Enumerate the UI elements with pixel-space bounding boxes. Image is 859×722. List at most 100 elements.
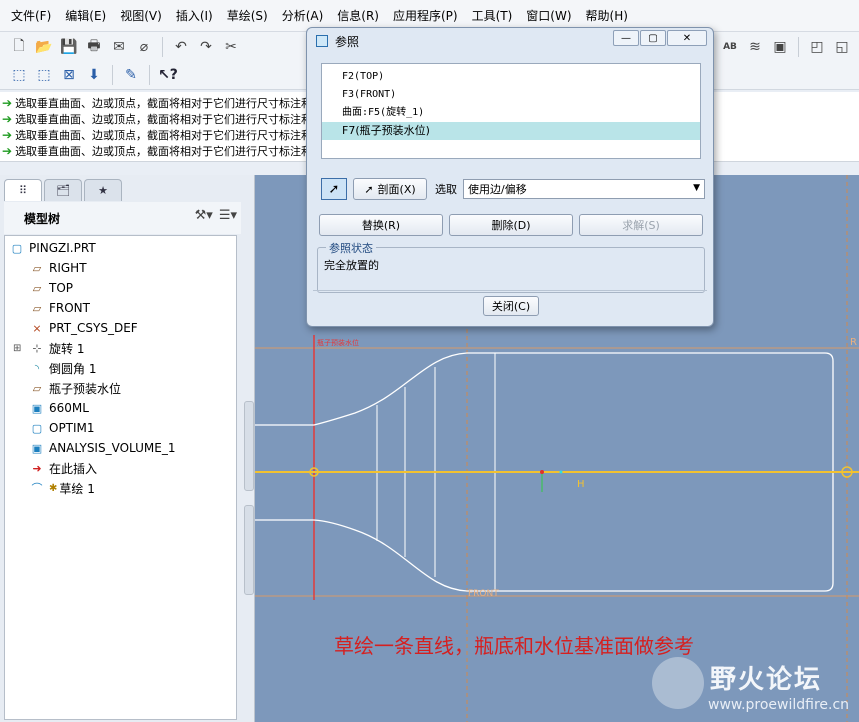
dialog-title: 参照 [335,34,360,49]
tree-item-round[interactable]: ◝ 倒圆角 1 [5,358,236,378]
message-text: 选取垂直曲面、边或顶点，截面将相对于它们进行尺寸标注和 [15,145,313,158]
menu-info[interactable]: 信息(R) [330,7,386,24]
menu-tools[interactable]: 工具(T) [465,7,520,24]
round-icon: ◝ [34,361,40,375]
tree-columns-icon[interactable]: ☰▾ [219,208,237,223]
message-text: 选取垂直曲面、边或顶点，截面将相对于它们进行尺寸标注和 [15,129,313,142]
minimize-icon[interactable]: — [613,30,639,46]
toolbar-separator [162,37,163,57]
tree-item-top[interactable]: ▱ TOP [5,278,236,298]
layers-icon[interactable]: ≋ [744,36,766,58]
tree-item-right[interactable]: ▱ RIGHT [5,258,236,278]
selection-controls: ➚ ➚ 剖面(X) 选取 使用边/偏移 ▼ [321,177,705,201]
pane-resize-handle[interactable] [244,505,254,595]
select-dotted-icon[interactable]: ⬚ [33,64,55,86]
close-icon[interactable]: ✕ [667,30,707,46]
reference-item-selected[interactable]: F7(瓶子预装水位) [322,122,700,140]
tree-item-front[interactable]: ▱ FRONT [5,298,236,318]
green-arrow-icon: ➔ [2,112,13,126]
close-button[interactable]: 关闭(C) [483,296,539,316]
model-tree-tab-icon[interactable]: ⠿ [4,179,42,201]
tree-item-csys[interactable]: ⨯ PRT_CSYS_DEF [5,318,236,338]
tree-item-660ml[interactable]: ▣ 660ML [5,398,236,418]
tree-item-pingzi-prt[interactable]: ▢ PINGZI.PRT [5,238,236,258]
send-mail-icon[interactable]: ✉ [108,36,130,58]
tree-item-label: 660ML [49,401,89,415]
menu-help[interactable]: 帮助(H) [579,7,635,24]
csys-origin-icon [540,470,544,474]
select-cross-icon[interactable]: ⊠ [58,64,80,86]
shaded-cube-icon[interactable]: ◰ [806,36,828,58]
replace-button[interactable]: 替换(R) [319,214,443,236]
reference-item[interactable]: F2(TOP) [322,68,700,86]
select-arrow-box-icon[interactable]: ⬇ [83,64,105,86]
select-method-dropdown[interactable]: 使用边/偏移 ▼ [463,179,705,199]
select-label: 选取 [435,183,457,196]
optim-icon: ▢ [31,421,43,435]
maximize-icon[interactable]: ▢ [640,30,666,46]
tree-item-label: RIGHT [49,261,87,275]
menu-analysis[interactable]: 分析(A) [275,7,331,24]
menu-sketch[interactable]: 草绘(S) [220,7,275,24]
section-button-label: 剖面(X) [377,183,416,196]
tutorial-caption: 草绘一条直线，瓶底和水位基准面做参考 [334,634,694,658]
menu-applications[interactable]: 应用程序(P) [386,7,465,24]
green-arrow-icon: ➔ [2,96,13,110]
watermark-url: www.proewildfire.cn [708,697,850,713]
save-icon[interactable]: 💾 [58,36,80,58]
tree-item-label: 草绘 1 [59,481,95,496]
dropdown-caret-icon: ▼ [693,183,700,193]
tree-item-water-plane[interactable]: ▱ 瓶子预装水位 [5,378,236,398]
expand-icon[interactable]: ⊞ [13,343,21,354]
section-button[interactable]: ➚ 剖面(X) [353,178,427,200]
tree-item-optim1[interactable]: ▢ OPTIM1 [5,418,236,438]
navigator-pane: ⠿ 🗂 ★ 模型树 ⚒▾ ☰▾ ▢ PINGZI.PRT ▱ RIGHT ▱ TOP … [0,175,255,722]
reference-item[interactable]: F3(FRONT) [322,86,700,104]
csys-marker-icon [559,470,563,474]
undo-icon[interactable]: ↶ [170,36,192,58]
dialog-app-icon [316,35,328,47]
annotation-ab-icon[interactable]: AB [719,36,741,58]
reference-list[interactable]: F2(TOP) F3(FRONT) 曲面:F5(旋转_1) F7(瓶子预装水位) [321,63,701,159]
tree-item-insert-here[interactable]: ➜ 在此插入 [5,458,236,478]
tree-item-analysis-volume[interactable]: ▣ ANALYSIS_VOLUME_1 [5,438,236,458]
tree-item-revolve[interactable]: ⊞ ⊹ 旋转 1 [5,338,236,358]
wireframe-cube-icon[interactable]: ◱ [831,36,853,58]
open-folder-icon[interactable]: 📂 [33,36,55,58]
solve-button[interactable]: 求解(S) [579,214,703,236]
watermark-title: 野火论坛 [710,665,823,695]
pane-resize-handle[interactable] [244,401,254,491]
folder-browser-tab-icon[interactable]: 🗂 [44,179,82,201]
menu-insert[interactable]: 插入(I) [169,7,220,24]
tree-settings-icon[interactable]: ⚒▾ [195,208,213,223]
toolbar-separator [112,64,113,85]
context-help-icon[interactable]: ↖? [157,64,179,86]
tree-item-label: ANALYSIS_VOLUME_1 [49,441,176,455]
dialog-titlebar[interactable]: 参照 — ▢ ✕ [307,28,713,54]
tree-item-label: PINGZI.PRT [29,241,96,255]
print-icon[interactable]: 🖶 [83,36,105,58]
save-view-icon[interactable]: ▣ [769,36,791,58]
delete-button[interactable]: 删除(D) [449,214,573,236]
menu-edit[interactable]: 编辑(E) [58,7,113,24]
favorites-tab-icon[interactable]: ★ [84,179,122,201]
cut-icon[interactable]: ✂ [220,36,242,58]
mail-link-icon[interactable]: ⌀ [133,36,155,58]
pick-arrow-icon[interactable]: ➚ [321,178,347,200]
sketch-icon: ⌒ [31,482,43,495]
reference-item[interactable]: 曲面:F5(旋转_1) [322,104,700,122]
forum-watermark: 野火论坛 www.proewildfire.cn [650,655,859,722]
redo-icon[interactable]: ↷ [195,36,217,58]
right-datum-label: R [850,337,857,348]
menu-view[interactable]: 视图(V) [113,7,169,24]
menu-file[interactable]: 文件(F) [4,7,58,24]
menu-window[interactable]: 窗口(W) [519,7,578,24]
tree-item-sketch[interactable]: ⌒ ✱ 草绘 1 [5,478,236,498]
model-tree-header: 模型树 ⚒▾ ☰▾ [4,202,241,234]
tree-item-label: PRT_CSYS_DEF [49,321,138,335]
new-file-icon[interactable]: 🗋 [8,36,30,58]
select-box-icon[interactable]: ⬚ [8,64,30,86]
sketch-edit-icon[interactable]: ✎ [120,64,142,86]
datum-plane-icon: ▱ [32,301,42,315]
dialog-divider [313,290,707,291]
